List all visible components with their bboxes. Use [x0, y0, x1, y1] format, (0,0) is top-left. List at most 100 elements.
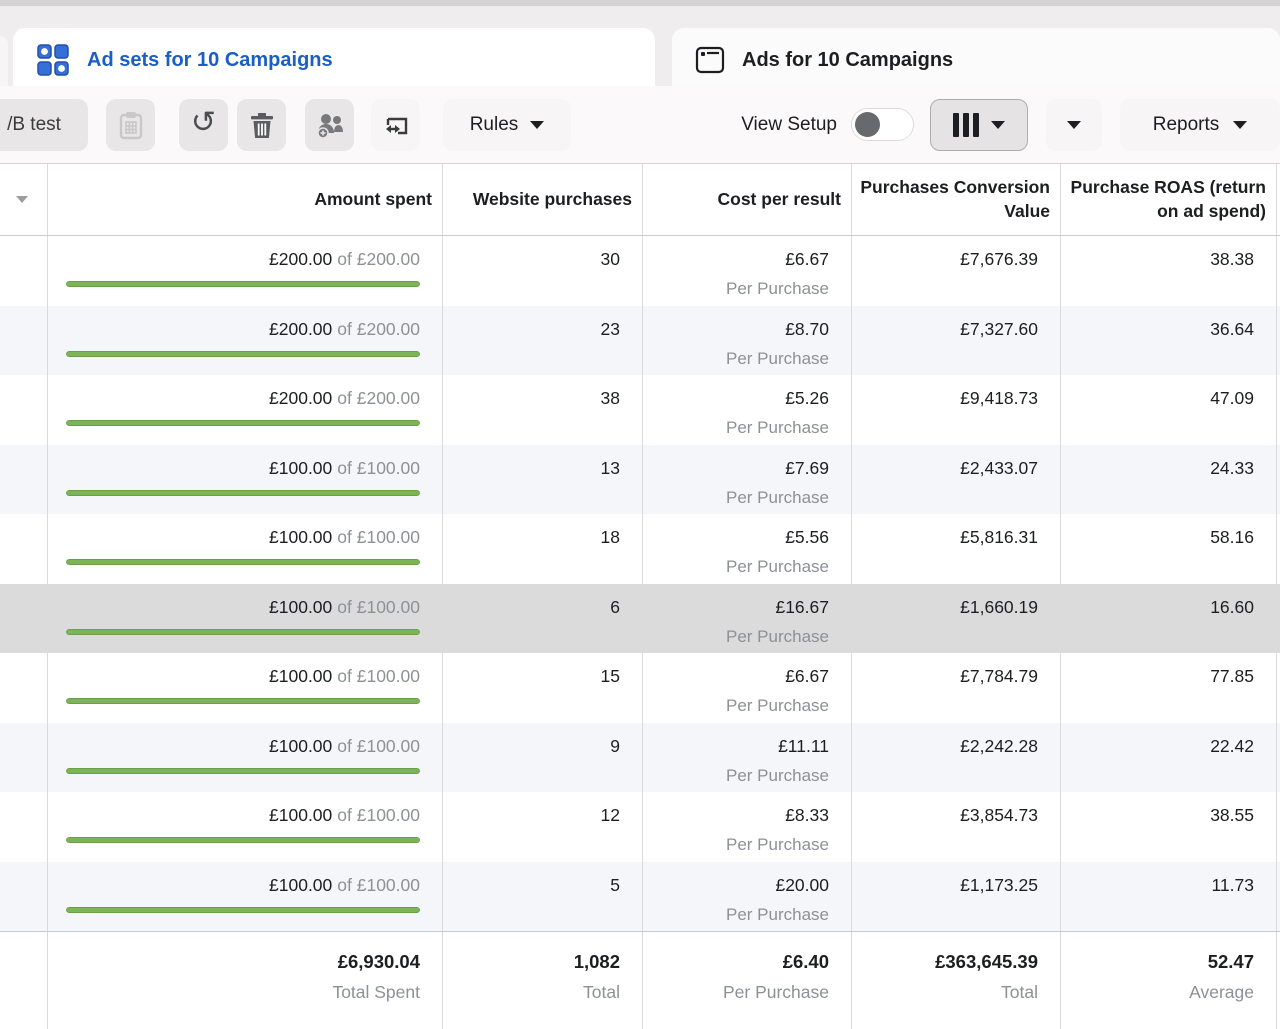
chevron-down-icon: [16, 196, 28, 203]
cost-per-result-value: £11.11: [778, 736, 829, 756]
ab-test-button[interactable]: /B test: [0, 99, 88, 151]
table-row[interactable]: £100.00of £100.00 18 £5.56 Per Purchase …: [0, 514, 1280, 584]
reports-button[interactable]: Reports: [1120, 99, 1280, 151]
avg-roas-value: 52.47: [1208, 951, 1254, 972]
conversion-value-cell: £7,327.60: [852, 306, 1061, 376]
undo-button[interactable]: ↺: [179, 99, 228, 151]
purchase-roas-cell: 77.85: [1061, 653, 1277, 723]
table-row[interactable]: £100.00of £100.00 13 £7.69 Per Purchase …: [0, 445, 1280, 515]
row-select-cell[interactable]: [0, 862, 48, 932]
cost-per-result-unit: Per Purchase: [661, 415, 829, 440]
breakdown-button[interactable]: [1046, 99, 1102, 151]
table-row[interactable]: £100.00of £100.00 9 £11.11 Per Purchase …: [0, 723, 1280, 793]
toggle-knob: [855, 112, 880, 137]
table-header-row: Amount spent Website purchases Cost per …: [0, 164, 1280, 236]
delete-button[interactable]: [237, 99, 286, 151]
edit-placement-button[interactable]: [371, 99, 420, 151]
row-select-cell[interactable]: [0, 445, 48, 515]
cost-per-result-cell: £7.69 Per Purchase: [643, 445, 852, 515]
cost-per-result-unit: Per Purchase: [661, 902, 829, 927]
tab-bar: Ad sets for 10 Campaigns Ads for 10 Camp…: [0, 0, 1280, 86]
cost-per-result-cell: £8.33 Per Purchase: [643, 792, 852, 862]
row-select-cell[interactable]: [0, 792, 48, 862]
header-purchases-conversion-value[interactable]: Purchases Conversion Value: [852, 164, 1061, 235]
footer-select-cell: [0, 932, 48, 1029]
amount-budget-value: of £100.00: [337, 875, 420, 895]
header-select-column[interactable]: [0, 164, 48, 235]
website-purchases-cell: 23: [443, 306, 643, 376]
row-select-cell[interactable]: [0, 653, 48, 723]
row-select-cell[interactable]: [0, 375, 48, 445]
footer-amount-cell: £6,930.04 Total Spent: [48, 932, 443, 1029]
cost-per-result-unit: Per Purchase: [661, 554, 829, 579]
ad-sets-table: Amount spent Website purchases Cost per …: [0, 163, 1280, 1029]
row-select-cell[interactable]: [0, 584, 48, 654]
tab-ad-sets[interactable]: Ad sets for 10 Campaigns: [13, 28, 655, 92]
table-row[interactable]: £100.00of £100.00 15 £6.67 Per Purchase …: [0, 653, 1280, 723]
ads-window-icon: [694, 44, 726, 76]
caret-down-icon: [530, 121, 544, 129]
toolbar: /B test ↺: [0, 86, 1280, 163]
total-spent-value: £6,930.04: [338, 951, 420, 972]
purchase-roas-cell: 38.38: [1061, 236, 1277, 306]
conversion-value-cell: £7,784.79: [852, 653, 1061, 723]
website-purchases-cell: 12: [443, 792, 643, 862]
cost-per-result-cell: £5.56 Per Purchase: [643, 514, 852, 584]
row-select-cell[interactable]: [0, 306, 48, 376]
spend-progress-track: [66, 629, 420, 635]
purchase-roas-cell: 38.55: [1061, 792, 1277, 862]
website-purchases-cell: 6: [443, 584, 643, 654]
partial-tab-left[interactable]: [0, 36, 8, 92]
columns-button[interactable]: [930, 99, 1028, 151]
table-row[interactable]: £100.00of £100.00 6 £16.67 Per Purchase …: [0, 584, 1280, 654]
row-select-cell[interactable]: [0, 514, 48, 584]
cost-per-result-cell: £11.11 Per Purchase: [643, 723, 852, 793]
total-purchases-value: 1,082: [574, 951, 620, 972]
audience-button[interactable]: [305, 99, 354, 151]
amount-spent-cell: £100.00of £100.00: [48, 792, 443, 862]
spend-progress-track: [66, 698, 420, 704]
view-setup-toggle[interactable]: [851, 108, 914, 141]
cost-per-result-value: £7.69: [785, 458, 829, 478]
total-conversion-value: £363,645.39: [935, 951, 1038, 972]
website-purchases-cell: 13: [443, 445, 643, 515]
conversion-value-cell: £1,173.25: [852, 862, 1061, 932]
amount-spent-cell: £200.00of £200.00: [48, 375, 443, 445]
spend-progress-bar: [66, 837, 420, 843]
table-footer-row: £6,930.04 Total Spent 1,082 Total £6.40 …: [0, 931, 1280, 1029]
conversion-value-cell: £1,660.19: [852, 584, 1061, 654]
cost-per-result-cell: £8.70 Per Purchase: [643, 306, 852, 376]
website-purchases-cell: 9: [443, 723, 643, 793]
avg-roas-label: Average: [1079, 979, 1254, 1005]
row-select-cell[interactable]: [0, 236, 48, 306]
trash-icon: [249, 110, 275, 140]
purchase-roas-cell: 36.64: [1061, 306, 1277, 376]
website-purchases-cell: 5: [443, 862, 643, 932]
table-row[interactable]: £100.00of £100.00 5 £20.00 Per Purchase …: [0, 862, 1280, 932]
amount-spent-value: £100.00: [269, 805, 332, 825]
cost-per-result-unit: Per Purchase: [661, 832, 829, 857]
table-row[interactable]: £200.00of £200.00 23 £8.70 Per Purchase …: [0, 306, 1280, 376]
header-amount-spent[interactable]: Amount spent: [48, 164, 443, 235]
amount-spent-cell: £200.00of £200.00: [48, 236, 443, 306]
table-row[interactable]: £200.00of £200.00 38 £5.26 Per Purchase …: [0, 375, 1280, 445]
cost-per-result-cell: £6.67 Per Purchase: [643, 236, 852, 306]
website-purchases-cell: 15: [443, 653, 643, 723]
table-row[interactable]: £100.00of £100.00 12 £8.33 Per Purchase …: [0, 792, 1280, 862]
amount-spent-value: £100.00: [269, 736, 332, 756]
conversion-value-cell: £2,433.07: [852, 445, 1061, 515]
reports-button-label: Reports: [1153, 114, 1220, 136]
table-body: £200.00of £200.00 30 £6.67 Per Purchase …: [0, 236, 1280, 931]
amount-spent-value: £200.00: [269, 249, 332, 269]
header-purchase-roas[interactable]: Purchase ROAS (return on ad spend): [1061, 164, 1277, 235]
ads-manager-app: Ad sets for 10 Campaigns Ads for 10 Camp…: [0, 0, 1280, 1029]
header-website-purchases[interactable]: Website purchases: [443, 164, 643, 235]
spend-progress-track: [66, 490, 420, 496]
row-select-cell[interactable]: [0, 723, 48, 793]
duplicate-button[interactable]: [106, 99, 155, 151]
tab-ads[interactable]: Ads for 10 Campaigns: [672, 28, 1280, 92]
table-row[interactable]: £200.00of £200.00 30 £6.67 Per Purchase …: [0, 236, 1280, 306]
header-cost-per-result[interactable]: Cost per result: [643, 164, 852, 235]
rules-button[interactable]: Rules: [443, 99, 571, 151]
cost-per-result-value: £6.67: [785, 666, 829, 686]
